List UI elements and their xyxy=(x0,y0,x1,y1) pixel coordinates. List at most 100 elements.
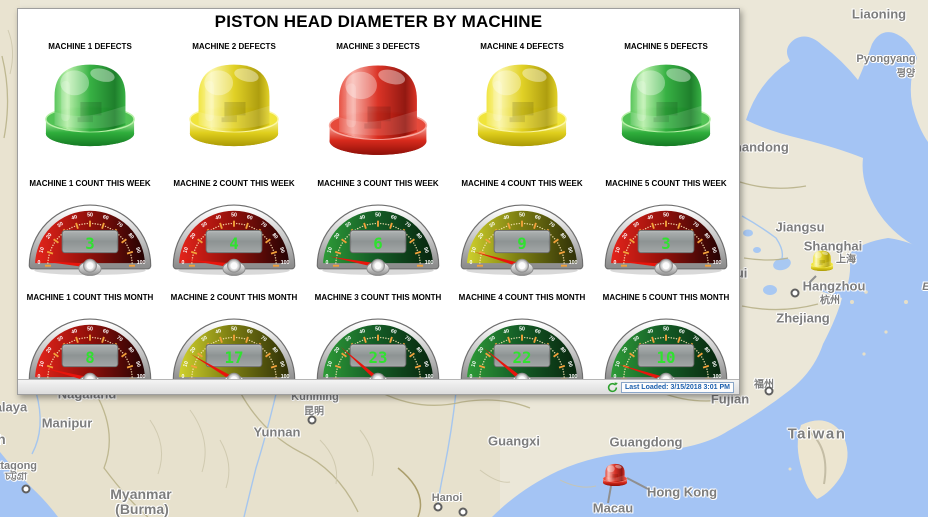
week-gauge-machine-3: 0102030405060708090100 6 xyxy=(313,193,443,279)
map-label: Meghalaya xyxy=(0,400,27,415)
widget-label: MACHINE 5 COUNT THIS MONTH xyxy=(594,293,738,303)
red-led-map-icon xyxy=(602,457,628,491)
svg-text:9: 9 xyxy=(517,234,527,253)
status-bar: Last Loaded: 3/15/2018 3:01 PM xyxy=(18,379,739,394)
svg-text:100: 100 xyxy=(425,260,434,266)
week-gauge-machine-1: 0102030405060708090100 3 xyxy=(25,193,155,279)
month-gauges-row: MACHINE 1 COUNT THIS MONTH 0102030405060… xyxy=(18,293,738,393)
screen: { "panel": { "title": "PISTON HEAD DIAME… xyxy=(0,0,928,517)
month-widget-machine-3: MACHINE 3 COUNT THIS MONTH 0102030405060… xyxy=(306,293,450,393)
map-label: Guangdong xyxy=(610,435,683,450)
dashboard-panel: PISTON HEAD DIAMETER BY MACHINE MACHINE … xyxy=(17,8,740,395)
map-label: Bangladesh xyxy=(0,431,6,447)
week-gauge-machine-2: 0102030405060708090100 4 xyxy=(169,193,299,279)
map-marker-led-red-hongkong[interactable] xyxy=(602,457,628,496)
month-widget-machine-5: MACHINE 5 COUNT THIS MONTH 0102030405060… xyxy=(594,293,738,393)
led-widget-body xyxy=(306,56,450,157)
widget-label: MACHINE 4 DEFECTS xyxy=(450,42,594,52)
page-title: PISTON HEAD DIAMETER BY MACHINE xyxy=(18,12,739,32)
svg-text:23: 23 xyxy=(369,348,388,367)
svg-text:50: 50 xyxy=(231,213,237,219)
map-label: 杭州 xyxy=(820,292,840,307)
week-widget-body: 0102030405060708090100 3 xyxy=(18,193,162,279)
svg-text:0: 0 xyxy=(181,260,184,266)
city-dot xyxy=(22,485,31,494)
svg-text:50: 50 xyxy=(519,213,525,219)
map-label: (Burma) xyxy=(115,501,169,517)
widget-label: MACHINE 1 DEFECTS xyxy=(18,42,162,52)
green-led-indicator xyxy=(618,56,714,148)
week-gauge-machine-4: 0102030405060708090100 9 xyxy=(457,193,587,279)
led-widget-body xyxy=(450,56,594,148)
svg-text:17: 17 xyxy=(225,348,244,367)
svg-text:50: 50 xyxy=(663,327,669,333)
svg-text:50: 50 xyxy=(375,213,381,219)
city-dot xyxy=(308,416,317,425)
svg-text:50: 50 xyxy=(87,327,93,333)
widget-label: MACHINE 1 COUNT THIS MONTH xyxy=(18,293,162,303)
led-widget-body xyxy=(594,56,738,148)
map-label: Liaoning xyxy=(852,7,906,22)
week-widget-body: 0102030405060708090100 3 xyxy=(594,193,738,279)
map-label: Macau xyxy=(593,501,633,516)
map-label: East China Sea xyxy=(922,281,928,293)
city-dot xyxy=(791,289,800,298)
week-widget-machine-3: MACHINE 3 COUNT THIS WEEK 01020304050607… xyxy=(306,179,450,279)
svg-text:0: 0 xyxy=(613,260,616,266)
map-label: Zhejiang xyxy=(776,311,829,326)
svg-text:50: 50 xyxy=(519,327,525,333)
yellow-led-indicator xyxy=(474,56,570,148)
widget-label: MACHINE 1 COUNT THIS WEEK xyxy=(18,179,162,189)
week-widget-machine-5: MACHINE 5 COUNT THIS WEEK 01020304050607… xyxy=(594,179,738,279)
city-dot xyxy=(434,503,443,512)
widget-label: MACHINE 3 COUNT THIS MONTH xyxy=(306,293,450,303)
map-label: Manipur xyxy=(42,416,93,431)
svg-text:10: 10 xyxy=(657,348,676,367)
week-widget-body: 0102030405060708090100 9 xyxy=(450,193,594,279)
map-label: Hong Kong xyxy=(647,485,717,500)
widget-label: MACHINE 3 DEFECTS xyxy=(306,42,450,52)
svg-text:6: 6 xyxy=(373,234,383,253)
svg-text:50: 50 xyxy=(663,213,669,219)
svg-text:50: 50 xyxy=(87,213,93,219)
city-dot xyxy=(459,508,468,517)
map-label: Myanmar xyxy=(110,486,171,502)
widget-label: MACHINE 5 COUNT THIS WEEK xyxy=(594,179,738,189)
led-widget-machine-4: MACHINE 4 DEFECTS xyxy=(450,42,594,157)
map-label: Guangxi xyxy=(488,434,540,449)
week-widget-machine-2: MACHINE 2 COUNT THIS WEEK 01020304050607… xyxy=(162,179,306,279)
svg-text:8: 8 xyxy=(85,348,95,367)
svg-text:50: 50 xyxy=(375,327,381,333)
led-widget-machine-2: MACHINE 2 DEFECTS xyxy=(162,42,306,157)
week-widget-machine-4: MACHINE 4 COUNT THIS WEEK 01020304050607… xyxy=(450,179,594,279)
refresh-icon[interactable] xyxy=(607,382,618,393)
widget-label: MACHINE 5 DEFECTS xyxy=(594,42,738,52)
month-widget-machine-2: MACHINE 2 COUNT THIS MONTH 0102030405060… xyxy=(162,293,306,393)
last-loaded-text: Last Loaded: 3/15/2018 3:01 PM xyxy=(621,382,734,393)
green-led-indicator xyxy=(42,56,138,148)
svg-text:22: 22 xyxy=(513,348,532,367)
city-dot xyxy=(765,387,774,396)
map-label: Pyongyang xyxy=(856,53,915,65)
svg-text:100: 100 xyxy=(137,260,146,266)
widget-label: MACHINE 2 DEFECTS xyxy=(162,42,306,52)
widget-label: MACHINE 4 COUNT THIS WEEK xyxy=(450,179,594,189)
map-label: 평양 xyxy=(897,65,915,80)
svg-text:3: 3 xyxy=(85,234,95,253)
map-label: Taiwan xyxy=(788,426,847,443)
svg-text:0: 0 xyxy=(37,260,40,266)
svg-text:0: 0 xyxy=(469,260,472,266)
map-label: 上海 xyxy=(836,251,856,266)
led-widget-body xyxy=(162,56,306,148)
month-widget-machine-4: MACHINE 4 COUNT THIS MONTH 0102030405060… xyxy=(450,293,594,393)
yellow-led-indicator xyxy=(186,56,282,148)
week-widget-body: 0102030405060708090100 4 xyxy=(162,193,306,279)
month-widget-machine-1: MACHINE 1 COUNT THIS MONTH 0102030405060… xyxy=(18,293,162,393)
led-widget-machine-5: MACHINE 5 DEFECTS xyxy=(594,42,738,157)
widget-label: MACHINE 2 COUNT THIS WEEK xyxy=(162,179,306,189)
map-marker-led-yellow-shanghai[interactable] xyxy=(810,243,834,282)
week-widget-machine-1: MACHINE 1 COUNT THIS WEEK 01020304050607… xyxy=(18,179,162,279)
svg-text:3: 3 xyxy=(661,234,671,253)
led-widget-machine-1: MACHINE 1 DEFECTS xyxy=(18,42,162,157)
red-led-indicator xyxy=(325,56,431,157)
